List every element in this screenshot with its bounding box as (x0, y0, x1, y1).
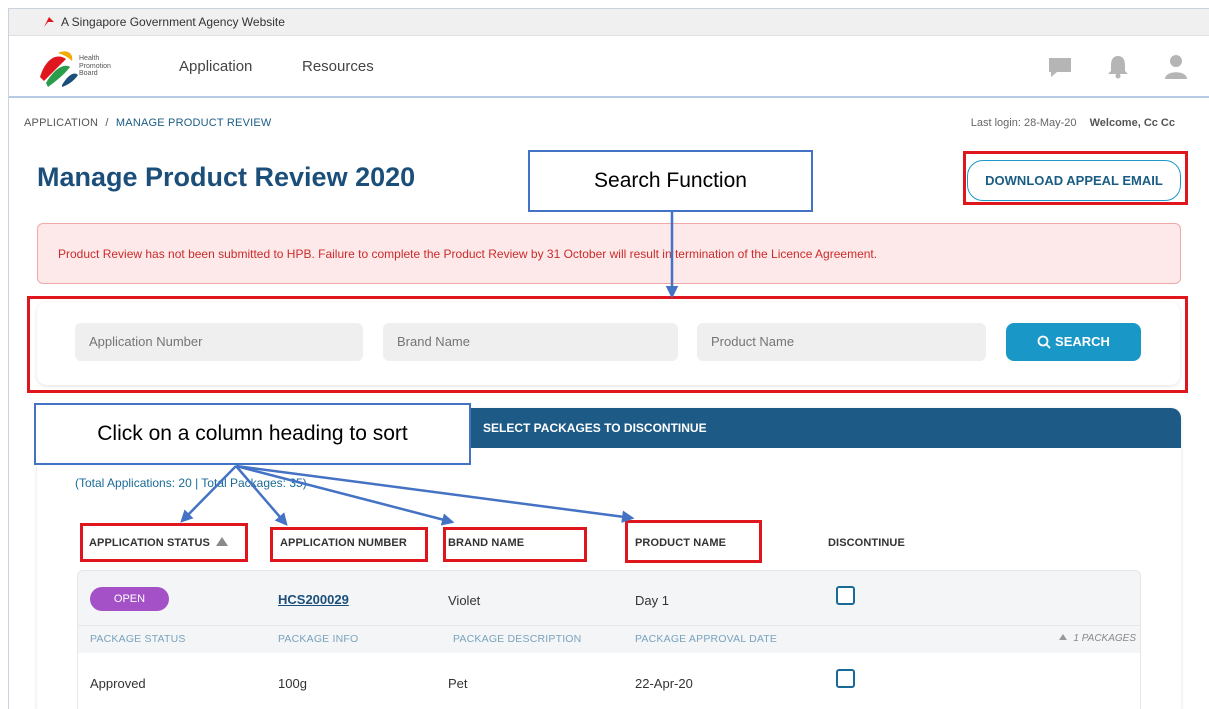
review-alert: Product Review has not been submitted to… (37, 223, 1181, 284)
last-login-text: Last login: 28-May-20 (970, 117, 1077, 129)
table-row (77, 570, 1141, 626)
sort-ascending-icon (215, 537, 228, 546)
download-appeal-email-button[interactable]: DOWNLOAD APPEAL EMAIL (967, 160, 1181, 201)
breadcrumb-root[interactable]: APPLICATION (24, 117, 98, 129)
application-number-link[interactable]: HCS200029 (278, 592, 349, 607)
package-approval-date-header: PACKAGE APPROVAL DATE (635, 633, 778, 645)
package-count-label: 1 PACKAGES (1073, 633, 1136, 644)
logo-text-line: Health (79, 55, 100, 62)
column-product-name[interactable]: PRODUCT NAME (635, 537, 726, 549)
nav-application[interactable]: Application (179, 58, 252, 75)
annotation-search-function: Search Function (528, 150, 813, 212)
package-description-header: PACKAGE DESCRIPTION (453, 633, 582, 645)
status-badge: OPEN (90, 587, 169, 611)
top-header: Health Promotion Board Application Resou… (9, 36, 1209, 98)
brand-name-input[interactable] (383, 323, 678, 361)
column-application-status[interactable]: APPLICATION STATUS (89, 537, 228, 549)
column-discontinue: DISCONTINUE (828, 537, 905, 549)
user-icon[interactable] (1163, 53, 1189, 79)
package-row (77, 653, 1141, 709)
search-button[interactable]: SEARCH (1006, 323, 1141, 361)
package-approval-date-cell: 22-Apr-20 (635, 676, 693, 691)
product-name-cell: Day 1 (635, 593, 669, 608)
package-count-toggle[interactable]: 1 PACKAGES (1059, 633, 1136, 644)
logo-text-line: Board (79, 70, 98, 77)
breadcrumb: APPLICATION / MANAGE PRODUCT REVIEW (24, 117, 272, 129)
package-status-cell: Approved (90, 676, 146, 691)
discontinue-application-checkbox[interactable] (836, 586, 855, 605)
gov-banner: A Singapore Government Agency Website (9, 9, 1209, 36)
discontinue-package-checkbox[interactable] (836, 669, 855, 688)
package-subheader (77, 626, 1141, 653)
tab-select-packages[interactable]: SELECT PACKAGES TO DISCONTINUE (483, 421, 707, 435)
application-number-input[interactable] (75, 323, 363, 361)
package-info-header: PACKAGE INFO (278, 633, 359, 645)
breadcrumb-current: MANAGE PRODUCT REVIEW (115, 117, 272, 129)
breadcrumb-separator: / (105, 117, 109, 129)
package-info-cell: 100g (278, 676, 307, 691)
search-icon (1037, 335, 1051, 349)
annotation-sort-hint: Click on a column heading to sort (34, 403, 471, 465)
collapse-icon (1059, 634, 1068, 640)
logo-text-line: Promotion (79, 62, 111, 70)
gov-banner-text: A Singapore Government Agency Website (61, 15, 285, 29)
totals-summary: (Total Applications: 20 | Total Packages… (75, 476, 307, 490)
brand-name-cell: Violet (448, 593, 481, 608)
column-application-number[interactable]: APPLICATION NUMBER (280, 537, 407, 549)
bell-icon[interactable] (1105, 53, 1131, 79)
logo-text: Health Promotion Board (79, 55, 111, 78)
search-button-label: SEARCH (1055, 334, 1110, 349)
welcome-text: Welcome, Cc Cc (1089, 117, 1175, 129)
merlion-icon (44, 17, 54, 27)
column-label: APPLICATION STATUS (89, 537, 210, 549)
column-brand-name[interactable]: BRAND NAME (448, 537, 524, 549)
package-status-header: PACKAGE STATUS (90, 633, 186, 645)
session-info: Last login: 28-May-20 Welcome, Cc Cc (971, 117, 1175, 129)
chat-icon[interactable] (1047, 53, 1073, 79)
page-title: Manage Product Review 2020 (37, 162, 416, 192)
nav-resources[interactable]: Resources (302, 58, 374, 75)
package-description-cell: Pet (448, 676, 468, 691)
product-name-input[interactable] (697, 323, 986, 361)
